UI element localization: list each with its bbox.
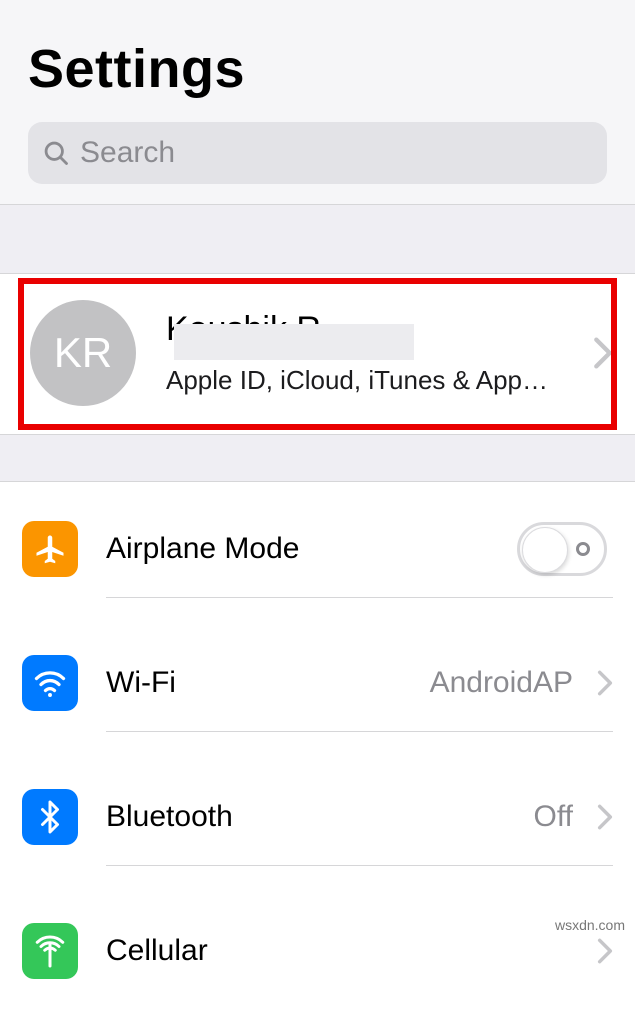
section-gap (0, 434, 635, 482)
section-gap (0, 204, 635, 274)
bluetooth-row[interactable]: Bluetooth Off (0, 750, 635, 884)
search-input[interactable]: Search (28, 122, 607, 184)
page-title: Settings (28, 38, 607, 100)
cellular-row[interactable]: Cellular (0, 884, 635, 1018)
chevron-right-icon (593, 336, 613, 370)
airplane-icon (22, 521, 78, 577)
wifi-value: AndroidAP (430, 666, 573, 700)
wifi-label: Wi-Fi (106, 666, 430, 700)
wifi-row[interactable]: Wi-Fi AndroidAP (0, 616, 635, 750)
settings-list: Airplane Mode Wi-Fi AndroidAP (0, 482, 635, 1018)
chevron-right-icon (597, 937, 613, 965)
bluetooth-icon (22, 789, 78, 845)
chevron-right-icon (597, 669, 613, 697)
chevron-right-icon (597, 803, 613, 831)
cellular-label: Cellular (106, 934, 587, 968)
profile-name: Koushik R (166, 310, 321, 349)
cellular-icon (22, 923, 78, 979)
airplane-mode-row[interactable]: Airplane Mode (0, 482, 635, 616)
profile-subtitle: Apple ID, iCloud, iTunes & App… (166, 365, 583, 396)
airplane-mode-toggle[interactable] (517, 522, 607, 576)
apple-id-row[interactable]: KR Koushik R Apple ID, iCloud, iTunes & … (0, 274, 635, 434)
redaction-overlay (174, 324, 414, 360)
bluetooth-label: Bluetooth (106, 800, 534, 834)
search-icon (42, 139, 70, 167)
avatar: KR (30, 300, 136, 406)
bluetooth-value: Off (534, 800, 573, 834)
search-placeholder: Search (80, 136, 175, 170)
watermark: wsxdn.com (555, 917, 625, 933)
wifi-icon (22, 655, 78, 711)
profile-texts: Koushik R Apple ID, iCloud, iTunes & App… (166, 310, 583, 396)
apple-id-section: KR Koushik R Apple ID, iCloud, iTunes & … (0, 274, 635, 434)
settings-header: Settings Search (0, 0, 635, 204)
airplane-mode-label: Airplane Mode (106, 532, 517, 566)
